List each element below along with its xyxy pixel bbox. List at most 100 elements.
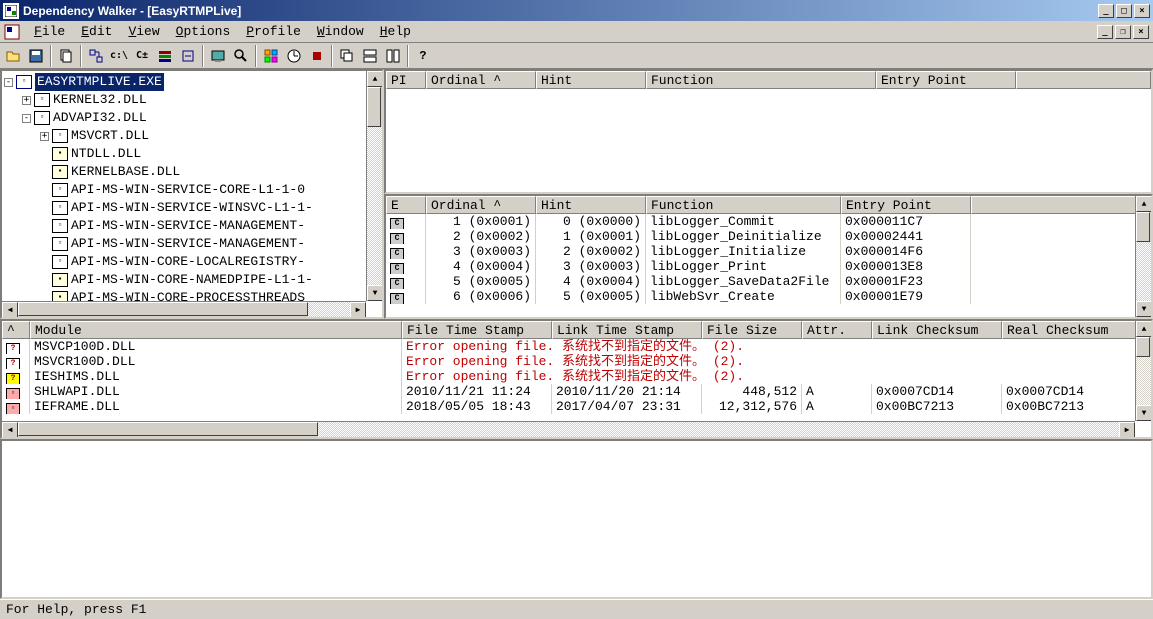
tree-item[interactable]: ▫API-MS-WIN-SERVICE-MANAGEMENT- [4, 235, 380, 253]
undecorate-button[interactable]: C± [131, 45, 153, 67]
col-linkchk[interactable]: Link Checksum [872, 321, 1002, 339]
col-filetime[interactable]: File Time Stamp [402, 321, 552, 339]
scroll-left-icon[interactable]: ◀ [2, 422, 18, 438]
col-function[interactable]: Function [646, 71, 876, 89]
scroll-thumb[interactable] [18, 422, 318, 436]
export-row[interactable]: C1 (0x0001)0 (0x0000)libLogger_Commit0x0… [386, 214, 1151, 229]
tree-item[interactable]: - ▫ ADVAPI32.DLL [4, 109, 380, 127]
module-row[interactable]: ▫IEFRAME.DLL2018/05/05 18:432017/04/07 2… [2, 399, 1151, 414]
scroll-down-icon[interactable]: ▼ [1136, 405, 1152, 421]
mdi-restore-button[interactable]: ❐ [1115, 25, 1131, 39]
close-button[interactable]: × [1134, 4, 1150, 18]
tree-expand-icon[interactable]: + [22, 96, 31, 105]
scroll-up-icon[interactable]: ▲ [367, 71, 383, 87]
tree-item[interactable]: ▪ KERNELBASE.DLL [4, 163, 380, 181]
scroll-thumb[interactable] [367, 87, 381, 127]
fullpaths-button[interactable]: c:\ [108, 45, 130, 67]
imports-pane[interactable]: PI Ordinal ^ Hint Function Entry Point [384, 69, 1153, 194]
col-entrypoint[interactable]: Entry Point [841, 196, 971, 214]
col-filesize[interactable]: File Size [702, 321, 802, 339]
tree-collapse-icon[interactable]: - [4, 78, 13, 87]
scroll-thumb[interactable] [18, 302, 308, 316]
menu-window[interactable]: Window [309, 22, 372, 41]
menu-options[interactable]: Options [168, 22, 239, 41]
col-status[interactable]: ^ [2, 321, 30, 339]
modules-hscrollbar[interactable]: ◀ ▶ [2, 421, 1135, 437]
col-hint[interactable]: Hint [536, 196, 646, 214]
module-row[interactable]: ?MSVCP100D.DLLError opening file. 系统找不到指… [2, 339, 1151, 354]
exports-vscrollbar[interactable]: ▲ ▼ [1135, 196, 1151, 317]
find-button[interactable] [230, 45, 252, 67]
tree-item[interactable]: ▫API-MS-WIN-SERVICE-MANAGEMENT- [4, 217, 380, 235]
open-button[interactable] [2, 45, 24, 67]
menu-help[interactable]: Help [372, 22, 419, 41]
scroll-right-icon[interactable]: ▶ [1119, 422, 1135, 438]
tree-expand-icon[interactable]: + [40, 132, 49, 141]
export-row[interactable]: C4 (0x0004)3 (0x0003)libLogger_Print0x00… [386, 259, 1151, 274]
tree-item[interactable]: + ▫ MSVCRT.DLL [4, 127, 380, 145]
save-button[interactable] [25, 45, 47, 67]
export-row[interactable]: C5 (0x0005)4 (0x0004)libLogger_SaveData2… [386, 274, 1151, 289]
tree-hscrollbar[interactable]: ◀ ▶ [2, 301, 366, 317]
module-row[interactable]: ?IESHIMS.DLLError opening file. 系统找不到指定的… [2, 369, 1151, 384]
sysinfo-button[interactable] [207, 45, 229, 67]
menu-view[interactable]: View [120, 22, 167, 41]
scroll-left-icon[interactable]: ◀ [2, 302, 18, 318]
modules-pane[interactable]: ^ Module File Time Stamp Link Time Stamp… [0, 319, 1153, 439]
menu-file[interactable]: FFileile [26, 22, 73, 41]
log-pane[interactable] [0, 439, 1153, 599]
profile-button[interactable] [283, 45, 305, 67]
module-row[interactable]: ▫SHLWAPI.DLL2010/11/21 11:242010/11/20 2… [2, 384, 1151, 399]
tree-collapse-icon[interactable]: - [22, 114, 31, 123]
export-row[interactable]: C2 (0x0002)1 (0x0001)libLogger_Deinitial… [386, 229, 1151, 244]
tile-v-button[interactable] [382, 45, 404, 67]
col-realchk[interactable]: Real Checksum [1002, 321, 1151, 339]
scroll-up-icon[interactable]: ▲ [1136, 196, 1152, 212]
scroll-down-icon[interactable]: ▼ [367, 285, 383, 301]
tree-item[interactable]: + ▫ KERNEL32.DLL [4, 91, 380, 109]
scroll-thumb[interactable] [1136, 337, 1150, 357]
col-ordinal[interactable]: Ordinal ^ [426, 196, 536, 214]
col-ordinal[interactable]: Ordinal ^ [426, 71, 536, 89]
col-linktime[interactable]: Link Time Stamp [552, 321, 702, 339]
cascade-button[interactable] [336, 45, 358, 67]
stop-button[interactable] [306, 45, 328, 67]
minimize-button[interactable]: _ [1098, 4, 1114, 18]
tree-item[interactable]: ▪API-MS-WIN-CORE-NAMEDPIPE-L1-1- [4, 271, 380, 289]
col-entrypoint[interactable]: Entry Point [876, 71, 1016, 89]
autoexpand-button[interactable] [85, 45, 107, 67]
scroll-right-icon[interactable]: ▶ [350, 302, 366, 318]
scroll-up-icon[interactable]: ▲ [1136, 321, 1152, 337]
tree-vscrollbar[interactable]: ▲ ▼ [366, 71, 382, 301]
col-hint[interactable]: Hint [536, 71, 646, 89]
col-function[interactable]: Function [646, 196, 841, 214]
export-row[interactable]: C3 (0x0003)2 (0x0002)libLogger_Initializ… [386, 244, 1151, 259]
module-tree-pane[interactable]: - ▫ EASYRTMPLIVE.EXE + ▫ KERNEL32.DLL - … [0, 69, 384, 319]
tree-item[interactable]: ▫API-MS-WIN-SERVICE-CORE-L1-1-0 [4, 181, 380, 199]
tree-item[interactable]: ▪ NTDLL.DLL [4, 145, 380, 163]
menu-profile[interactable]: Profile [238, 22, 309, 41]
module-row[interactable]: ?MSVCR100D.DLLError opening file. 系统找不到指… [2, 354, 1151, 369]
scroll-down-icon[interactable]: ▼ [1136, 301, 1152, 317]
configure-button[interactable] [260, 45, 282, 67]
tile-h-button[interactable] [359, 45, 381, 67]
collapse-button[interactable] [177, 45, 199, 67]
col-pi[interactable]: PI [386, 71, 426, 89]
tree-item[interactable]: ▪API-MS-WIN-CORE-PROCESSTHREADS [4, 289, 380, 301]
menu-edit[interactable]: Edit [73, 22, 120, 41]
modules-vscrollbar[interactable]: ▲ ▼ [1135, 321, 1151, 421]
context-help-button[interactable]: ? [412, 45, 434, 67]
viewall-button[interactable] [154, 45, 176, 67]
col-module[interactable]: Module [30, 321, 402, 339]
col-attr[interactable]: Attr. [802, 321, 872, 339]
mdi-minimize-button[interactable]: _ [1097, 25, 1113, 39]
copy-button[interactable] [55, 45, 77, 67]
scroll-thumb[interactable] [1136, 212, 1150, 242]
tree-root[interactable]: - ▫ EASYRTMPLIVE.EXE [4, 73, 380, 91]
exports-pane[interactable]: E Ordinal ^ Hint Function Entry Point C1… [384, 194, 1153, 319]
tree-item[interactable]: ▫API-MS-WIN-SERVICE-WINSVC-L1-1- [4, 199, 380, 217]
col-e[interactable]: E [386, 196, 426, 214]
maximize-button[interactable]: □ [1116, 4, 1132, 18]
export-row[interactable]: C6 (0x0006)5 (0x0005)libWebSvr_Create0x0… [386, 289, 1151, 304]
mdi-close-button[interactable]: × [1133, 25, 1149, 39]
